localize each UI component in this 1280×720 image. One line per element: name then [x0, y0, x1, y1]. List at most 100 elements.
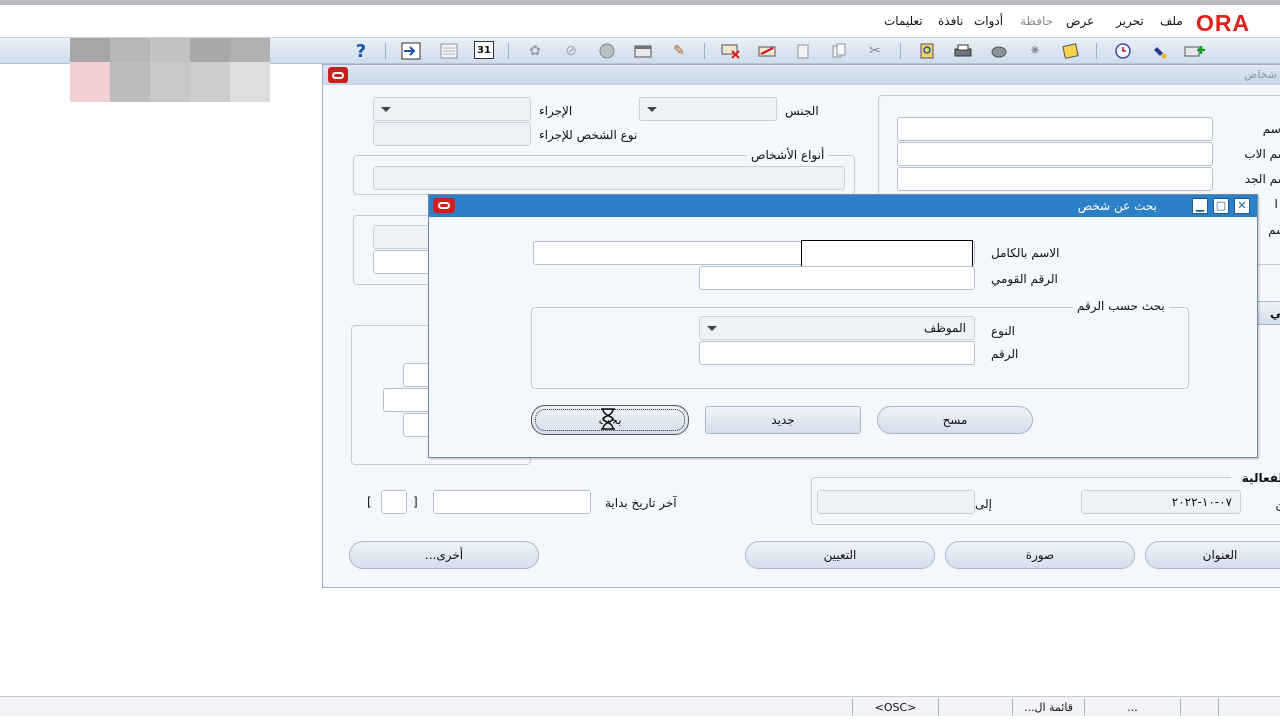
grandfather-name-label: اسم الجد [1244, 172, 1280, 186]
flashlight-icon[interactable] [1148, 41, 1170, 61]
status-cell [938, 698, 1012, 716]
person-type-for-action-label: نوع الشخص للإجراء [539, 128, 638, 142]
minimize-icon[interactable]: ▁ [1192, 198, 1208, 214]
people-form-title: شخاص [1244, 68, 1277, 81]
chevron-down-icon [707, 326, 717, 331]
father-name-label: اسم الاب [1244, 147, 1280, 161]
oracle-window-icon[interactable] [433, 198, 455, 213]
partial-label-2: لاسم [1268, 223, 1280, 237]
cut-icon[interactable]: ✂ [864, 41, 886, 61]
paste-icon[interactable] [828, 41, 850, 61]
picture-button[interactable]: صورة [945, 541, 1135, 569]
print-icon[interactable] [952, 41, 974, 61]
people-form-titlebar: شخاص [323, 65, 1280, 85]
text-cursor-overlay [801, 240, 973, 267]
toolbar-separator [704, 43, 705, 59]
chevron-down-icon [381, 107, 391, 112]
oracle-window-icon[interactable] [328, 67, 348, 83]
bracket-open: [ [413, 495, 418, 509]
navigate-icon[interactable] [400, 41, 422, 61]
person-types-label: أنواع الأشخاص [747, 148, 829, 162]
type-dropdown[interactable]: الموظف [699, 316, 975, 340]
name-label: الاسم [1262, 122, 1280, 136]
maximize-icon[interactable]: ▢ [1213, 198, 1229, 214]
status-cell [1218, 698, 1280, 716]
new-button[interactable]: جديد [705, 406, 861, 434]
name-field[interactable] [897, 117, 1213, 141]
national-id-label: الرقم القومي [991, 272, 1058, 286]
calendar-icon[interactable]: 31 [474, 41, 494, 59]
menu-tools[interactable]: أدوات [974, 14, 1003, 28]
gender-label: الجنس [785, 104, 819, 118]
father-name-field[interactable] [897, 142, 1213, 166]
menu-help[interactable]: تعليمات [884, 14, 923, 28]
number-label: الرقم [991, 347, 1019, 361]
from-label: من [1261, 497, 1280, 511]
from-date-value: ٠٧-١٠-٢٠٢٢ [1171, 495, 1232, 509]
address-button[interactable]: العنوان [1145, 541, 1280, 569]
close-icon[interactable]: ✕ [1234, 198, 1250, 214]
redacted-image [70, 38, 270, 102]
status-bar: ... قائمة ال... <OSC> [0, 696, 1280, 716]
toolbar-separator [900, 43, 901, 59]
to-label: إلى [975, 497, 992, 511]
window-icon[interactable] [632, 41, 654, 61]
full-name-label: الاسم بالكامل [991, 246, 1060, 260]
status-cell: قائمة ال... [1012, 698, 1084, 716]
person-types-field[interactable] [373, 166, 845, 190]
dialog-title: بحث عن شخص [1077, 199, 1157, 213]
action-label: الإجراء [539, 104, 573, 118]
bracket-close: ] [367, 495, 372, 509]
national-id-field[interactable] [699, 266, 975, 290]
chevron-down-icon [647, 107, 657, 112]
type-label: النوع [991, 324, 1015, 338]
dialog-titlebar: بحث عن شخص ✕ ▢ ▁ [429, 195, 1257, 217]
notes-icon[interactable] [1060, 41, 1082, 61]
find-icon[interactable] [916, 41, 938, 61]
oracle-logo: ORA [1196, 10, 1251, 34]
clear-button[interactable]: مسح [877, 406, 1033, 434]
number-field[interactable] [699, 341, 975, 365]
export-icon[interactable]: ✷ [1024, 41, 1046, 61]
toolbar-separator [385, 43, 386, 59]
folder-tools-icon[interactable]: ✿ [524, 41, 546, 61]
validity-label: الفعالية [1231, 471, 1280, 485]
edit-icon[interactable]: ✎ [668, 41, 690, 61]
new-icon[interactable] [1184, 41, 1206, 61]
person-type-for-action-field[interactable] [373, 122, 531, 146]
summary-icon[interactable] [438, 41, 460, 61]
status-cell: ... [1084, 698, 1180, 716]
globe-icon[interactable] [596, 41, 618, 61]
last-start-date-field[interactable] [433, 490, 591, 514]
partial-label-1: ب ا [1274, 197, 1280, 211]
toolbar-separator [508, 43, 509, 59]
status-cell [1180, 698, 1218, 716]
others-button[interactable]: أخرى... [349, 541, 539, 569]
clock-icon[interactable] [1112, 41, 1134, 61]
find-person-dialog: بحث عن شخص ✕ ▢ ▁ الاسم بالكامل الرقم الق… [428, 194, 1258, 458]
toolbar-separator [1096, 43, 1097, 59]
to-date-field[interactable] [817, 490, 975, 514]
menu-folder[interactable]: حافظة [1020, 14, 1053, 28]
attach-icon[interactable]: ⊘ [560, 41, 582, 61]
menu-bar: ORA ملف تحرير عرض حافظة أدوات نافذة تعلي… [0, 6, 1280, 34]
search-by-number-label: بحث حسب الرقم [1073, 299, 1169, 313]
assignment-button[interactable]: التعيين [745, 541, 935, 569]
window-top-border [0, 0, 1280, 5]
clear-record-icon[interactable] [720, 41, 742, 61]
menu-edit[interactable]: تحرير [1116, 14, 1144, 28]
zoom-icon[interactable] [988, 41, 1010, 61]
help-icon[interactable]: ? [350, 41, 372, 62]
last-start-date-label: آخر تاريخ بداية [605, 496, 677, 510]
menu-file[interactable]: ملف [1160, 14, 1183, 28]
delete-icon[interactable] [756, 41, 778, 61]
hourglass-icon [599, 407, 617, 431]
flag-field[interactable] [381, 490, 407, 514]
gender-dropdown[interactable] [639, 97, 777, 121]
action-dropdown[interactable] [373, 97, 531, 121]
menu-view[interactable]: عرض [1066, 14, 1094, 28]
from-date-field[interactable]: ٠٧-١٠-٢٠٢٢ [1081, 490, 1241, 514]
menu-window[interactable]: نافذة [938, 14, 963, 28]
copy-icon[interactable] [792, 41, 814, 61]
grandfather-name-field[interactable] [897, 167, 1213, 191]
